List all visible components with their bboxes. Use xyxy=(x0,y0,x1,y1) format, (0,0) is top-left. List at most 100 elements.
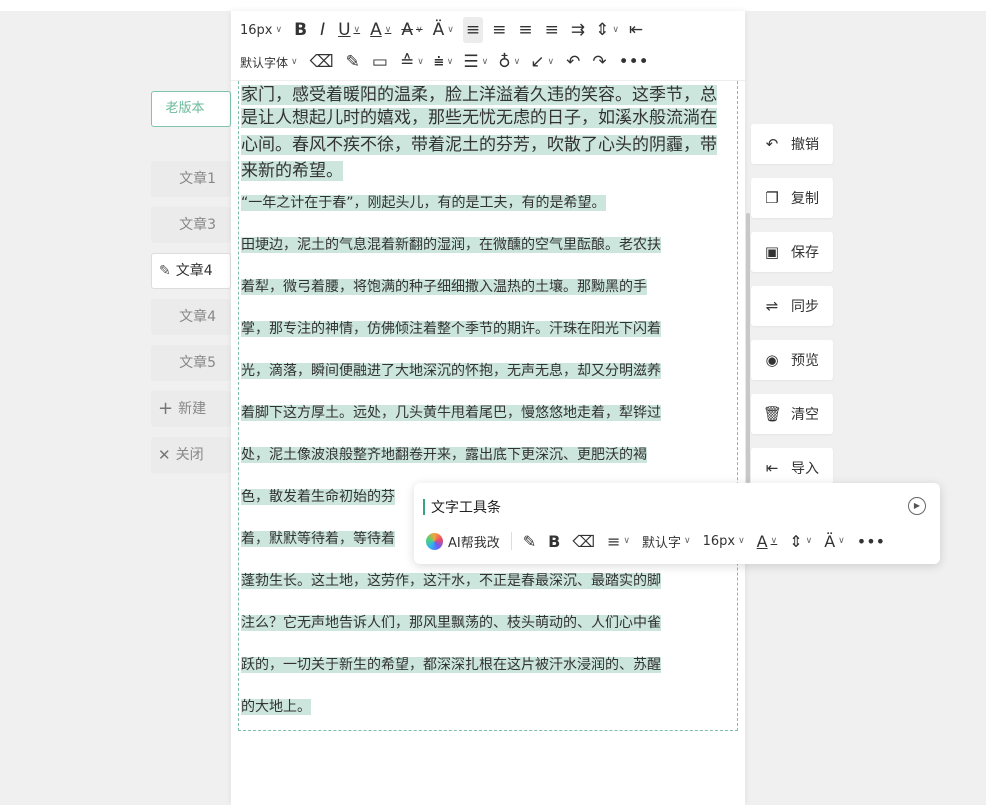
paragraph-spacing-icon[interactable]: ≙ ∨ xyxy=(397,49,427,75)
line-height-icon[interactable]: ⇕ ∨ xyxy=(783,532,818,551)
new-label: 新建 xyxy=(178,401,207,417)
clear-button[interactable]: 🗑 清空 xyxy=(751,394,833,434)
old-version-button[interactable]: 老版本 xyxy=(151,91,231,127)
text-effect-icon[interactable]: Ӓ ∨ xyxy=(430,17,457,43)
text-line: 的大地上。 xyxy=(241,699,311,715)
text-line: 来新的希望。 xyxy=(241,161,343,181)
new-article-button[interactable]: + 新建 xyxy=(151,391,231,427)
align-left-icon[interactable]: ≡ xyxy=(462,17,484,43)
play-icon[interactable]: ▶ xyxy=(908,497,926,515)
line-height-icon[interactable]: ⇕ ∨ xyxy=(592,17,622,43)
text-line: 心间。春风不疾不徐，带着泥土的芬芳，吹散了心头的阴霾，带 xyxy=(241,135,717,155)
more-icon[interactable]: ••• xyxy=(851,532,891,551)
list-indent-icon[interactable]: ☰ ∨ xyxy=(460,49,491,75)
nav-item-article-5[interactable]: 文章5 xyxy=(151,345,231,381)
ai-label: AI帮我改 xyxy=(448,535,500,551)
editor-toolbar: 16px ∨ B I U ∨ A ∨ A ∨ Ӓ ∨ ≡ ≡ ≡ ≡ ⇉ ⇕ ∨ ⇤ 默认字… xyxy=(231,11,745,81)
floating-text-toolbar: 文字工具条 ▶ AI帮我改 ✎ B ⌫ ≡ ∨ 默认字 ∨ 16px ∨ A ∨ ⇕ ∨ … xyxy=(414,483,940,564)
close-label: 关闭 xyxy=(175,447,204,463)
align-center-icon[interactable]: ≡ xyxy=(489,17,509,43)
indent-icon[interactable]: ⇉ xyxy=(568,17,588,43)
nav-item-label: 文章5 xyxy=(179,355,216,371)
align-justify-icon[interactable]: ≡ xyxy=(542,17,562,43)
title-accent-bar xyxy=(423,499,425,515)
arrow-icon[interactable]: ↙ ∨ xyxy=(527,49,557,75)
text-line: 着犁，微弓着腰，将饱满的种子细细撒入温热的土壤。那黝黑的手 xyxy=(241,279,647,295)
eraser-icon[interactable]: ⌫ xyxy=(566,532,601,551)
nav-item-article-3[interactable]: 文章3 xyxy=(151,207,231,243)
undo-label: 撤销 xyxy=(791,137,819,153)
save-button[interactable]: ▣ 保存 xyxy=(751,232,833,272)
nav-item-label: 文章4 xyxy=(179,309,216,325)
undo-icon: ↶ xyxy=(765,135,779,153)
nav-item-label: 文章4 xyxy=(175,263,213,279)
exit-icon[interactable]: ⇤ xyxy=(626,17,646,43)
import-icon: ⇤ xyxy=(765,459,779,477)
scrollbar[interactable] xyxy=(746,213,750,483)
underline-icon[interactable]: U ∨ xyxy=(335,17,363,43)
ai-rewrite-button[interactable]: AI帮我改 xyxy=(426,532,506,551)
undo-button[interactable]: ↶ 撤销 xyxy=(751,124,833,164)
font-color-icon[interactable]: A ∨ xyxy=(367,17,394,43)
more-icon[interactable]: ••• xyxy=(616,49,652,75)
nav-item-article-1[interactable]: 文章1 xyxy=(151,161,231,197)
format-brush-icon[interactable]: ✎ xyxy=(343,49,363,75)
trash-icon: 🗑 xyxy=(763,405,783,423)
floating-toolbar-title: 文字工具条 xyxy=(423,498,501,516)
nav-item-article-4-active[interactable]: ✎ 文章4 xyxy=(151,253,231,289)
text-line: 是让人想起儿时的嬉戏，那些无忧无虑的日子，如溪水般流淌在 xyxy=(241,108,717,128)
align-icon[interactable]: ≡ ∨ xyxy=(601,532,636,551)
divider-icon[interactable]: ⩧ ∨ xyxy=(431,49,457,75)
preview-label: 预览 xyxy=(791,353,819,369)
nav-item-label: 文章3 xyxy=(179,217,216,233)
editor-content[interactable]: 家门，感受着暖阳的温柔，脸上洋溢着久违的笑容。这季节，总 是让人想起儿时的嬉戏，… xyxy=(238,81,738,731)
eye-icon: ◉ xyxy=(765,351,779,369)
text-line: “一年之计在于春”，刚起头儿，有的是工夫，有的是希望。 xyxy=(241,195,606,211)
italic-icon[interactable]: I xyxy=(317,17,328,43)
strikethrough-icon[interactable]: A ∨ xyxy=(398,17,425,43)
title-text: 文字工具条 xyxy=(431,500,501,516)
text-line: 着脚下这方厚土。远处，几头黄牛甩着尾巴，慢悠悠地走着，犁铧过 xyxy=(241,405,661,421)
text-line: 处，泥土像波浪般整齐地翻卷开来，露出底下更深沉、更肥沃的褐 xyxy=(241,447,647,463)
plus-icon: + xyxy=(158,398,174,419)
redo-icon[interactable]: ↷ xyxy=(589,49,609,75)
text-line: 蓬勃生长。这土地，这劳作，这汗水，不正是春最深沉、最踏实的脚 xyxy=(241,573,661,589)
close-button[interactable]: ✕ 关闭 xyxy=(151,437,231,473)
text-effect-icon[interactable]: Ӓ ∨ xyxy=(818,532,851,551)
import-label: 导入 xyxy=(791,461,819,477)
text-line: 田埂边，泥土的气息混着新翻的湿润，在微醺的空气里酝酿。老农扶 xyxy=(241,237,661,253)
clear-label: 清空 xyxy=(791,407,819,423)
align-right-icon[interactable]: ≡ xyxy=(515,17,535,43)
separator xyxy=(510,532,512,550)
sync-button[interactable]: ⇌ 同步 xyxy=(751,286,833,326)
bold-icon[interactable]: B xyxy=(291,17,310,43)
font-family-select[interactable]: 默认字体 ∨ xyxy=(237,49,301,75)
font-size-select[interactable]: 16px ∨ xyxy=(237,17,285,43)
nav-item-article-4[interactable]: 文章4 xyxy=(151,299,231,335)
import-button[interactable]: ⇤ 导入 xyxy=(751,448,833,488)
nav-item-label: 文章1 xyxy=(179,171,216,187)
font-family-select[interactable]: 默认字 ∨ xyxy=(636,532,697,551)
font-color-icon[interactable]: A ∨ xyxy=(751,532,784,551)
format-brush-icon[interactable]: ✎ xyxy=(517,532,542,551)
text-line: 色，散发着生命初始的芬 xyxy=(241,489,395,505)
copy-button[interactable]: ❐ 复制 xyxy=(751,178,833,218)
text-line: 光，滴落，瞬间便融进了大地深沉的怀抱，无声无息，却又分明滋养 xyxy=(241,363,661,379)
close-icon: ✕ xyxy=(158,446,171,464)
eraser-icon[interactable]: ⌫ xyxy=(307,49,337,75)
image-icon[interactable]: ▭ xyxy=(369,49,391,75)
save-icon: ▣ xyxy=(764,243,780,261)
copy-icon: ❐ xyxy=(765,189,779,207)
sync-label: 同步 xyxy=(791,299,819,315)
preview-button[interactable]: ◉ 预览 xyxy=(751,340,833,380)
text-line: 着，默默等待着，等待着 xyxy=(241,531,395,547)
text-line: 跃的，一切关于新生的希望，都深深扎根在这片被汗水浸润的、苏醒 xyxy=(241,657,661,673)
sync-icon: ⇌ xyxy=(765,297,779,315)
copy-label: 复制 xyxy=(791,191,819,207)
save-label: 保存 xyxy=(791,245,819,261)
text-line: 注么？它无声地告诉人们，那风里飘荡的、枝头萌动的、人们心中雀 xyxy=(241,615,661,631)
font-size-select[interactable]: 16px ∨ xyxy=(697,534,751,549)
bold-icon[interactable]: B xyxy=(542,532,566,551)
bulb-icon[interactable]: ♁ ∨ xyxy=(495,49,523,75)
undo-icon[interactable]: ↶ xyxy=(563,49,583,75)
